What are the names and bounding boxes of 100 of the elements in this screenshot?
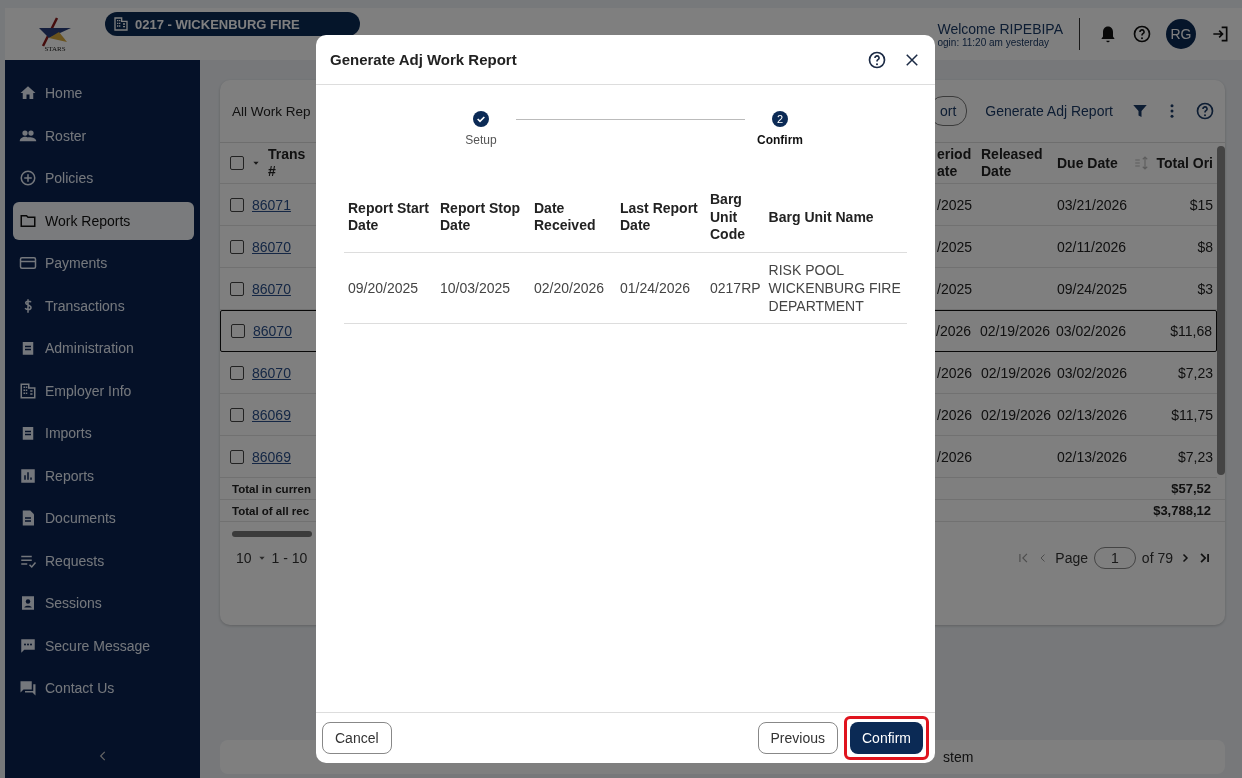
table-cell-text: $8 xyxy=(1196,238,1213,255)
sidebar-item[interactable]: Work Reports xyxy=(13,201,194,240)
table-cell-text: $7,23 xyxy=(1176,364,1213,381)
column-header: Released Date xyxy=(981,146,1044,180)
table-cell-text: 03/02/2026 xyxy=(1056,323,1128,339)
caret-down-icon[interactable] xyxy=(252,159,260,167)
sidebar-item[interactable]: Sessions xyxy=(13,584,194,622)
table-cell: 10/03/2025 xyxy=(436,252,530,324)
checkbox[interactable] xyxy=(230,197,244,212)
table-cell-text: 02/13/2026 xyxy=(1057,406,1129,423)
step-label: Setup xyxy=(465,133,497,147)
generate-report-button[interactable]: Generate Adj Report xyxy=(981,99,1117,123)
organization-badge[interactable]: 0217 - WICKENBURG FIRE xyxy=(105,12,360,36)
confirm-button[interactable]: Confirm xyxy=(850,722,923,754)
checkbox[interactable] xyxy=(230,239,244,254)
table-cell-text: $11,68 xyxy=(1169,323,1212,339)
table-cell-text: /2025 xyxy=(937,196,974,213)
filter-icon[interactable] xyxy=(1131,102,1149,120)
checkbox[interactable] xyxy=(230,407,244,422)
user-avatar[interactable]: RG xyxy=(1166,19,1196,49)
total-value: $3,788,12 xyxy=(1153,503,1211,518)
dialog-title: Generate Adj Work Report xyxy=(330,51,517,68)
transaction-link[interactable]: 86069 xyxy=(252,406,291,423)
sidebar-item[interactable]: Home xyxy=(13,74,194,112)
table-cell-text: 02/19/2026 xyxy=(981,364,1053,381)
welcome-text: Welcome RIPEBIPA xyxy=(937,20,1063,37)
table-cell-text: $15 xyxy=(1188,196,1213,213)
transaction-link[interactable]: 86070 xyxy=(252,238,291,255)
column-header: Barg Unit Name xyxy=(764,183,907,252)
table-cell-text: 09/24/2025 xyxy=(1057,280,1129,297)
checkbox[interactable] xyxy=(231,324,245,338)
checkbox[interactable] xyxy=(230,281,244,296)
transaction-link[interactable]: 86071 xyxy=(252,196,291,213)
table-cell-text: /2026 xyxy=(937,406,974,423)
table-cell-text: $11,75 xyxy=(1170,406,1213,423)
sidebar-item[interactable]: Imports xyxy=(13,414,194,452)
previous-button[interactable]: Previous xyxy=(757,722,838,754)
sidebar-item[interactable]: Payments xyxy=(13,244,194,282)
sidebar-item[interactable]: Documents xyxy=(13,499,194,537)
horizontal-scrollbar-thumb[interactable] xyxy=(232,531,312,537)
column-header: Date Received xyxy=(530,183,616,252)
table-cell-text: 03/02/2026 xyxy=(1057,364,1129,381)
plus-circle-icon xyxy=(19,169,37,187)
sidebar-item[interactable]: Transactions xyxy=(13,286,194,325)
checkbox[interactable] xyxy=(230,156,244,170)
table-cell-text: 02/11/2026 xyxy=(1057,238,1128,255)
table-cell-text: $7,23 xyxy=(1176,448,1213,465)
column-header: Last Report Date xyxy=(616,183,706,252)
help-icon[interactable] xyxy=(867,49,887,70)
table-cell-text: 02/13/2026 xyxy=(1057,448,1129,465)
page-count-text: of 79 xyxy=(1141,550,1173,566)
sidebar-item[interactable]: Roster xyxy=(13,116,194,155)
building-icon xyxy=(19,381,37,400)
id-badge-icon xyxy=(19,594,37,612)
sidebar-item[interactable]: Secure Message xyxy=(13,626,194,665)
column-header: Total Ori xyxy=(1155,154,1213,172)
checkbox[interactable] xyxy=(230,449,244,464)
column-header: Barg Unit Code xyxy=(706,183,765,252)
organization-name: 0217 - WICKENBURG FIRE xyxy=(135,16,300,32)
table-cell-text: /2026 xyxy=(936,323,973,339)
cancel-button[interactable]: Cancel xyxy=(322,722,392,754)
last-page-icon[interactable] xyxy=(1197,551,1211,565)
total-label: Total in curren xyxy=(232,482,312,495)
sidebar-item[interactable]: Administration xyxy=(13,329,194,367)
transaction-link[interactable]: 86070 xyxy=(253,323,292,339)
table-cell-text: 03/21/2026 xyxy=(1057,196,1129,213)
home-icon xyxy=(19,84,37,102)
table-cell-text: /2025 xyxy=(937,238,974,255)
sidebar-item[interactable]: Contact Us xyxy=(13,669,194,707)
chat-icon xyxy=(19,636,37,655)
table-cell: 0217RP xyxy=(706,252,765,324)
transaction-link[interactable]: 86070 xyxy=(252,280,291,297)
step-number: 2 xyxy=(772,111,788,127)
bar-chart-icon xyxy=(19,466,37,485)
checkbox[interactable] xyxy=(230,365,244,380)
sidebar-item[interactable]: Requests xyxy=(13,541,194,580)
table-cell: 01/24/2026 xyxy=(616,252,706,324)
table-cell-text: /2025 xyxy=(937,280,974,297)
sidebar-item[interactable]: Policies xyxy=(13,159,194,197)
page-label: Page xyxy=(1055,550,1089,566)
table-cell-text: /2026 xyxy=(937,448,974,465)
table-cell-text: 02/19/2026 xyxy=(981,406,1053,423)
table-cell: RISK POOL WICKENBURG FIRE DEPARTMENT xyxy=(764,252,907,324)
transaction-link[interactable]: 86069 xyxy=(252,448,291,465)
caret-down-icon[interactable] xyxy=(257,554,266,562)
logout-icon[interactable] xyxy=(1210,24,1230,44)
column-header: eriod ate xyxy=(937,146,973,180)
column-header: Report Start Date xyxy=(344,183,436,252)
total-label: Total of all rec xyxy=(232,504,310,517)
card-icon xyxy=(19,254,37,272)
scrollbar-thumb[interactable] xyxy=(1217,146,1225,475)
page-range-text: 1 - 10 xyxy=(271,550,308,566)
sidebar-item[interactable]: Employer Info xyxy=(13,371,194,410)
building-icon xyxy=(113,16,129,32)
column-header: Due Date xyxy=(1057,154,1119,172)
transaction-link[interactable]: 86070 xyxy=(252,364,291,381)
table-cell-text: /2026 xyxy=(937,364,974,381)
page-size-value[interactable]: 10 xyxy=(236,550,252,566)
chat-icon xyxy=(19,679,37,697)
sidebar-item[interactable]: Reports xyxy=(13,456,194,495)
